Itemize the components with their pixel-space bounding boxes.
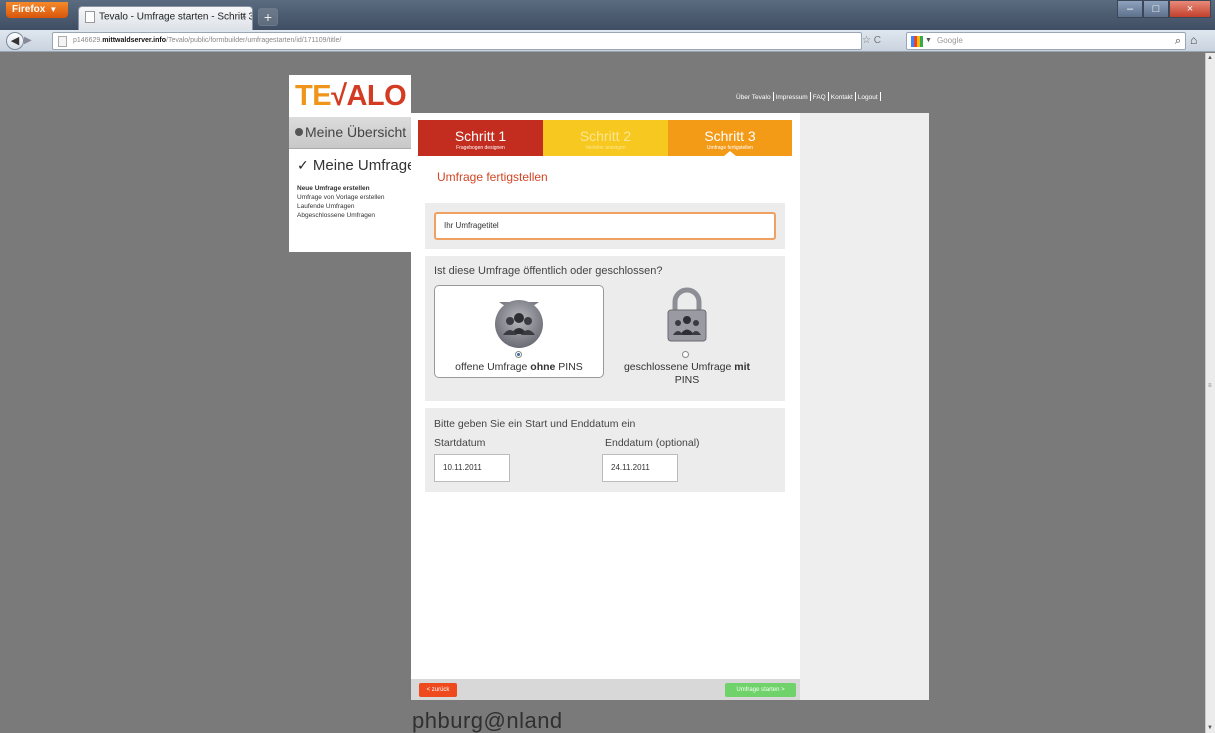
closed-label-bold: mit xyxy=(734,361,751,373)
sidebar-links: Neue Umfrage erstellen Umfrage von Vorla… xyxy=(297,184,403,220)
wizard-steps: Schritt 1 Fragebogen designen Schritt 2 … xyxy=(418,120,792,156)
url-path: /Tevalo/public/formbuilder/umfragestarte… xyxy=(166,37,342,44)
sidebar-menu: ✓ Meine Umfragen Neue Umfrage erstellen … xyxy=(289,149,424,252)
browser-navbar: ◀ ▶ p146629.mittwaldserver.info/Tevalo/p… xyxy=(0,30,1215,52)
divider xyxy=(854,92,856,101)
closed-label-post: PINS xyxy=(674,374,700,386)
sidebar-item-new-survey[interactable]: Neue Umfrage erstellen xyxy=(297,184,403,193)
active-step-indicator xyxy=(724,151,736,156)
logo-part1: TE xyxy=(295,80,332,112)
scroll-up-icon[interactable]: ▲ xyxy=(1207,55,1213,61)
bookmark-star-icon[interactable]: ☆ xyxy=(862,35,871,46)
minimize-icon[interactable]: – xyxy=(1117,0,1143,18)
step-2-title: Schritt 2 xyxy=(579,128,632,144)
link-contact[interactable]: Kontakt xyxy=(831,94,853,101)
url-prefix: p146629. xyxy=(73,37,103,44)
search-placeholder: Google xyxy=(937,36,963,45)
page-icon xyxy=(85,11,95,23)
top-links: Über Tevalo Impressum FAQ Kontakt Logout xyxy=(736,92,883,106)
url-domain: mittwaldserver.info xyxy=(102,37,166,44)
sidebar-item-from-template[interactable]: Umfrage von Vorlage erstellen xyxy=(297,193,403,202)
group-icon[interactable] xyxy=(491,296,547,350)
scroll-down-icon[interactable]: ▼ xyxy=(1207,725,1213,731)
tevalo-logo[interactable]: TE√ALO xyxy=(289,75,411,117)
step-1-title: Schritt 1 xyxy=(454,128,507,144)
sidebar-section-umfragen[interactable]: ✓ Meine Umfragen xyxy=(297,157,424,174)
closed-survey-label: geschlossene Umfrage mit PINS xyxy=(612,361,762,387)
window-controls: – □ × xyxy=(1117,0,1211,20)
divider xyxy=(772,92,774,101)
search-bar[interactable]: ▼ Google ⌕ xyxy=(906,32,1186,50)
step-1-subtitle: Fragebogen designen xyxy=(456,145,505,151)
back-arrow-icon[interactable]: ◀ xyxy=(6,32,24,50)
sidebar-section-label: Meine Umfragen xyxy=(312,157,424,174)
radio-open[interactable] xyxy=(515,351,522,358)
divider xyxy=(827,92,829,101)
sidebar-item-running[interactable]: Laufende Umfragen xyxy=(297,202,403,211)
step-3-title: Schritt 3 xyxy=(704,128,756,144)
right-pane xyxy=(800,113,929,700)
closed-label-pre: geschlossene Umfrage xyxy=(623,361,735,373)
survey-title-input[interactable]: Ihr Umfragetitel xyxy=(434,212,776,240)
open-survey-label: offene Umfrage ohne PINS xyxy=(434,361,604,373)
start-date-label: Startdatum xyxy=(434,437,486,449)
check-icon: ✓ xyxy=(297,157,309,173)
start-survey-button[interactable]: Umfrage starten > xyxy=(725,683,796,697)
forward-arrow-icon[interactable]: ▶ xyxy=(24,34,38,48)
chevron-down-icon: ▼ xyxy=(49,5,58,14)
end-date-label: Enddatum (optional) xyxy=(605,437,700,449)
dates-intro: Bitte geben Sie ein Start und Enddatum e… xyxy=(434,418,636,430)
maximize-icon[interactable]: □ xyxy=(1143,0,1169,18)
close-window-icon[interactable]: × xyxy=(1169,0,1211,18)
site-identity-icon[interactable] xyxy=(58,36,67,47)
tab-title: Tevalo - Umfrage starten - Schritt 3 xyxy=(99,11,253,23)
step-2-subtitle: Verteiler anzeigen xyxy=(585,145,626,151)
sidebar-item-overview[interactable]: Meine Übersicht xyxy=(289,117,411,149)
browser-titlebar: Firefox ▼ Tevalo - Umfrage starten - Schr… xyxy=(0,0,1215,30)
brand-logo: phburg@nland xyxy=(412,708,563,733)
vertical-scrollbar[interactable]: ▲ ≡ ▼ xyxy=(1205,53,1215,733)
logo-part2: √ALO xyxy=(331,80,407,112)
link-faq[interactable]: FAQ xyxy=(813,94,826,101)
visibility-question: Ist diese Umfrage öffentlich oder geschl… xyxy=(434,265,663,277)
link-impressum[interactable]: Impressum xyxy=(776,94,808,101)
end-date-input[interactable]: 24.11.2011 xyxy=(602,454,678,482)
page-title: Umfrage fertigstellen xyxy=(437,170,548,184)
chevron-down-icon: ▼ xyxy=(925,37,932,44)
start-date-input[interactable]: 10.11.2011 xyxy=(434,454,510,482)
open-label-post: PINS xyxy=(555,361,583,373)
url-tools: ☆ C xyxy=(862,32,881,50)
step-2[interactable]: Schritt 2 Verteiler anzeigen xyxy=(543,120,668,156)
radio-closed[interactable] xyxy=(682,351,689,358)
sidebar-overview-label: Meine Übersicht xyxy=(305,124,407,140)
firefox-menu-button[interactable]: Firefox ▼ xyxy=(6,2,68,18)
back-button[interactable]: < zurück xyxy=(419,683,457,697)
divider xyxy=(809,92,811,101)
link-about[interactable]: Über Tevalo xyxy=(736,94,771,101)
sidebar-item-finished[interactable]: Abgeschlossene Umfragen xyxy=(297,211,403,220)
new-tab-button[interactable]: + xyxy=(258,8,278,26)
firefox-menu-label: Firefox xyxy=(12,4,46,15)
padlock-icon[interactable] xyxy=(664,287,710,343)
step-3[interactable]: Schritt 3 Umfrage fertigstellen xyxy=(668,120,792,156)
search-icon[interactable]: ⌕ xyxy=(1175,33,1181,49)
browser-tab[interactable]: Tevalo - Umfrage starten - Schritt 3 × xyxy=(78,6,253,30)
scroll-grip[interactable]: ≡ xyxy=(1208,383,1212,389)
address-bar[interactable]: p146629.mittwaldserver.info/Tevalo/publi… xyxy=(52,32,862,50)
home-icon[interactable]: ⌂ xyxy=(1190,33,1197,47)
search-engine-icon[interactable] xyxy=(911,36,923,47)
open-label-pre: offene Umfrage xyxy=(455,361,531,373)
tab-close-icon[interactable]: × xyxy=(241,11,247,22)
divider xyxy=(879,92,881,101)
reload-icon[interactable]: C xyxy=(874,35,881,46)
link-logout[interactable]: Logout xyxy=(858,94,878,101)
bullet-icon xyxy=(295,128,303,136)
step-1[interactable]: Schritt 1 Fragebogen designen xyxy=(418,120,543,156)
open-label-bold: ohne xyxy=(530,361,556,373)
